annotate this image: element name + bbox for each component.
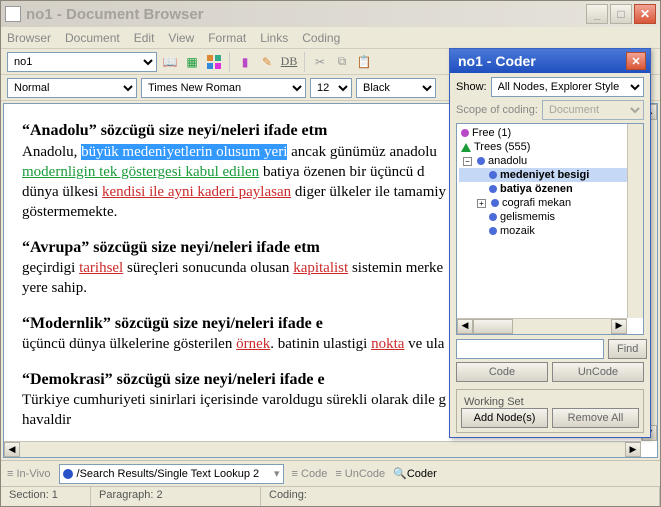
working-set-label: Working Set (461, 396, 527, 408)
tree-child-0[interactable]: medeniyet besigi (459, 168, 641, 182)
scroll-right-icon[interactable]: ▶ (611, 319, 627, 334)
scroll-thumb[interactable] (473, 319, 513, 334)
status-coding: Coding: (261, 487, 660, 506)
bottom-code-button[interactable]: ≡ Code (292, 468, 328, 480)
menubar: Browser Document Edit View Format Links … (1, 27, 660, 49)
book-icon[interactable]: 📖 (161, 53, 179, 71)
status-section: Section: 1 (1, 487, 91, 506)
scope-selector: Document (542, 100, 644, 120)
uncode-button[interactable]: UnCode (552, 362, 644, 382)
grid-icon[interactable]: ▦ (183, 53, 201, 71)
collapse-icon[interactable]: − (463, 157, 472, 166)
show-label: Show: (456, 81, 487, 93)
node-icon (489, 185, 497, 193)
copy-icon[interactable]: ⧉ (333, 53, 351, 71)
bottom-coder-button[interactable]: 🔍Coder (393, 467, 437, 480)
status-paragraph: Paragraph: 2 (91, 487, 261, 506)
tree-child-2[interactable]: +cografi mekan (459, 196, 641, 210)
window-title: no1 - Document Browser (26, 6, 586, 23)
invivo-button[interactable]: ≡ In-Vivo (7, 468, 51, 480)
menu-coding[interactable]: Coding (302, 31, 340, 45)
horizontal-scrollbar[interactable]: ◀ ▶ (4, 441, 641, 457)
bottom-uncode-button[interactable]: ≡ UnCode (335, 468, 385, 480)
working-set-group: Working Set Add Node(s) Remove All (456, 389, 644, 433)
coded-red-4[interactable]: örnek (236, 336, 270, 352)
bottom-toolbar: ≡ In-Vivo /Search Results/Single Text Lo… (1, 460, 660, 486)
coded-red-3[interactable]: kapitalist (293, 260, 348, 276)
node-icon (491, 199, 499, 207)
scroll-right-icon[interactable]: ▶ (625, 442, 641, 457)
node-tree[interactable]: Free (1) Trees (555) −anadolu medeniyet … (456, 123, 644, 335)
tree-child-1[interactable]: batiya özenen (459, 182, 641, 196)
menu-document[interactable]: Document (65, 31, 120, 45)
tree-trees[interactable]: Trees (555) (459, 140, 641, 154)
coded-red-2[interactable]: tarihsel (79, 260, 123, 276)
font-selector[interactable]: Times New Roman (141, 78, 306, 98)
trees-icon (461, 143, 471, 152)
code-button[interactable]: Code (456, 362, 548, 382)
color-selector[interactable]: Black (356, 78, 436, 98)
doc-icon[interactable]: ▮ (236, 53, 254, 71)
statusbar: Section: 1 Paragraph: 2 Coding: (1, 486, 660, 506)
tree-child-4[interactable]: mozaik (459, 224, 641, 238)
tree-child-3[interactable]: gelismemis (459, 210, 641, 224)
node-icon (489, 171, 497, 179)
cut-icon[interactable]: ✂ (311, 53, 329, 71)
document-selector[interactable]: no1 (7, 52, 157, 72)
node-icon (489, 227, 497, 235)
app-icon (5, 6, 21, 22)
scroll-left-icon[interactable]: ◀ (457, 319, 473, 334)
db-icon[interactable]: DB (280, 53, 298, 71)
coder-title-text: no1 - Coder (454, 53, 626, 69)
menu-view[interactable]: View (168, 31, 194, 45)
show-selector[interactable]: All Nodes, Explorer Style (491, 77, 644, 97)
expand-icon[interactable]: + (477, 199, 486, 208)
coded-red-5[interactable]: nokta (371, 336, 404, 352)
colorgrid-icon[interactable] (205, 53, 223, 71)
node-icon (477, 157, 485, 165)
coded-red-1[interactable]: kendisi ile ayni kaderi paylasan (102, 184, 291, 200)
node-icon (489, 213, 497, 221)
tree-hscroll[interactable]: ◀ ▶ (457, 318, 627, 334)
search-results-combo[interactable]: /Search Results/Single Text Lookup 2 ▾ (59, 464, 284, 484)
tree-root[interactable]: −anadolu (459, 154, 641, 168)
close-button[interactable]: ✕ (634, 4, 656, 24)
find-button[interactable]: Find (608, 339, 647, 359)
minimize-button[interactable]: _ (586, 4, 608, 24)
find-input[interactable] (456, 339, 604, 359)
size-selector[interactable]: 12 (310, 78, 352, 98)
remove-all-button[interactable]: Remove All (552, 408, 639, 428)
scroll-left-icon[interactable]: ◀ (4, 442, 20, 457)
coder-window: no1 - Coder ✕ Show: All Nodes, Explorer … (449, 48, 651, 438)
menu-browser[interactable]: Browser (7, 31, 51, 45)
brush-icon[interactable]: ✎ (258, 53, 276, 71)
add-nodes-button[interactable]: Add Node(s) (461, 408, 548, 428)
coder-titlebar[interactable]: no1 - Coder ✕ (450, 49, 650, 73)
tree-vscroll[interactable] (627, 124, 643, 318)
text-selection: büyük medeniyetlerin olusum yeri (81, 144, 287, 160)
menu-edit[interactable]: Edit (134, 31, 155, 45)
paste-icon[interactable]: 📋 (355, 53, 373, 71)
coder-close-button[interactable]: ✕ (626, 52, 646, 70)
free-icon (461, 129, 469, 137)
maximize-button[interactable]: □ (610, 4, 632, 24)
menu-format[interactable]: Format (208, 31, 246, 45)
menu-links[interactable]: Links (260, 31, 288, 45)
scope-label: Scope of coding: (456, 104, 538, 116)
coded-green-1[interactable]: modernligin tek göstergesi kabul edilen (22, 164, 259, 180)
titlebar: no1 - Document Browser _ □ ✕ (1, 1, 660, 27)
tree-free[interactable]: Free (1) (459, 126, 641, 140)
style-selector[interactable]: Normal (7, 78, 137, 98)
